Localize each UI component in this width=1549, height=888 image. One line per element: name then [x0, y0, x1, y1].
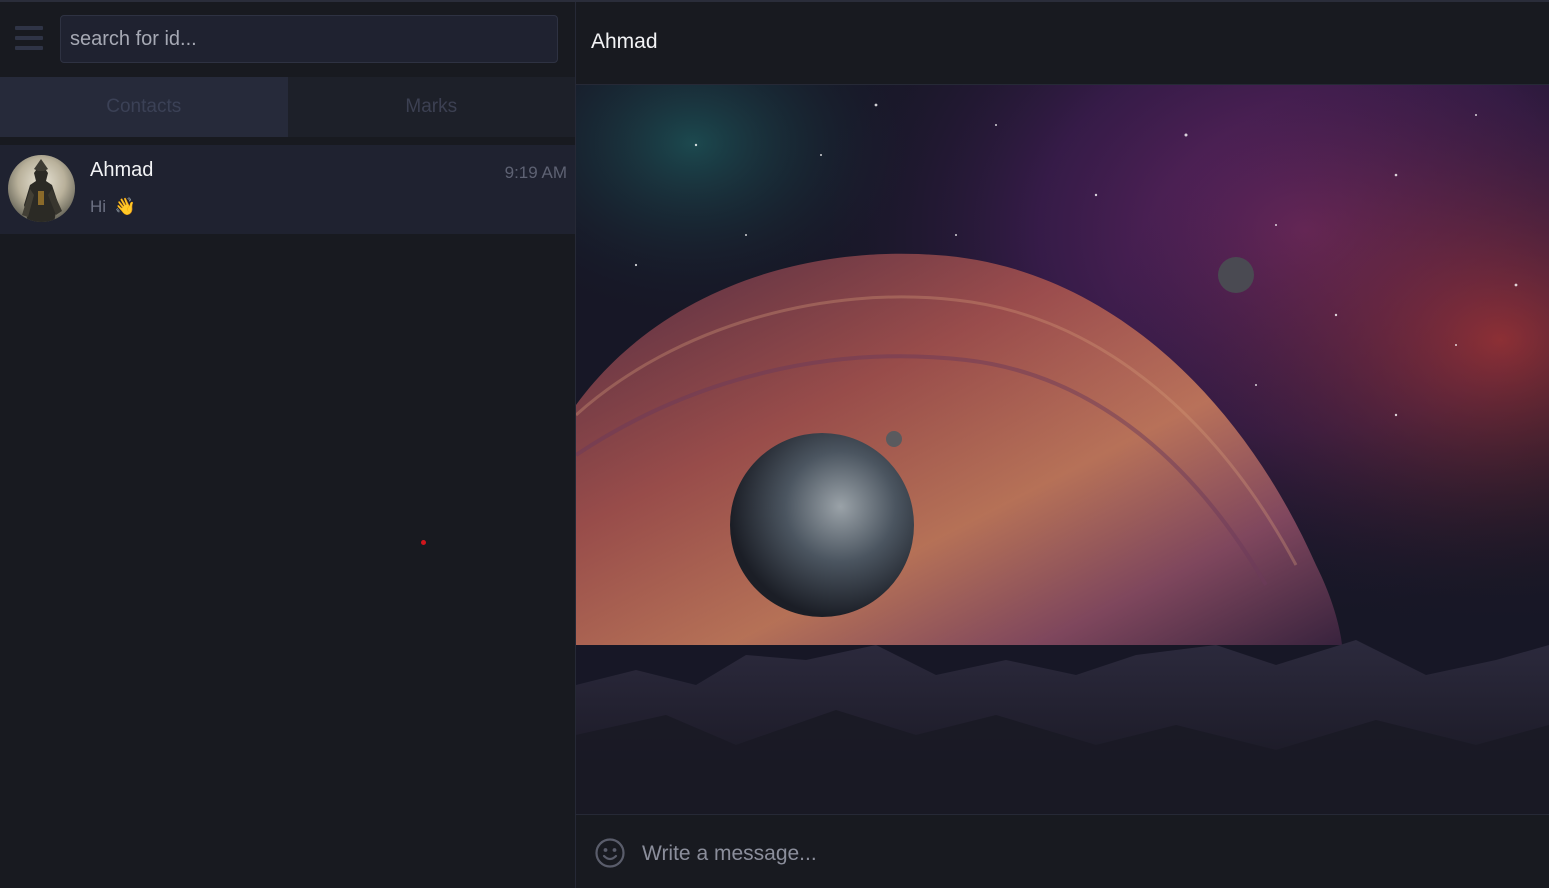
avatar: [8, 155, 75, 222]
menu-icon-bar: [15, 46, 43, 50]
cursor-dot: [421, 540, 426, 545]
chat-panel: Ahmad: [576, 2, 1549, 888]
tab-marks[interactable]: Marks: [288, 77, 576, 137]
search-input[interactable]: [60, 15, 558, 63]
last-message-text: Hi: [90, 197, 107, 216]
contact-time: 9:19 AM: [504, 163, 567, 182]
waving-hand-emoji: 👋: [114, 197, 136, 216]
menu-icon-bar: [15, 26, 43, 30]
sidebar: Contacts Marks Ahmad 9:19 AM Hi 👋: [0, 2, 576, 888]
emoji-icon[interactable]: [594, 837, 626, 869]
space-wallpaper-image: [576, 85, 1549, 814]
message-input[interactable]: [640, 831, 1524, 877]
chat-wallpaper: [576, 85, 1549, 814]
tab-contacts[interactable]: Contacts: [0, 77, 288, 137]
avatar-image: [22, 159, 62, 222]
sidebar-topbar: [0, 2, 575, 77]
message-composer: [576, 814, 1549, 888]
tab-bar: Contacts Marks: [0, 77, 575, 137]
chat-title: Ahmad: [591, 30, 658, 53]
menu-icon[interactable]: [15, 26, 45, 54]
contact-list-item[interactable]: Ahmad 9:19 AM Hi 👋: [0, 145, 575, 234]
contact-name: Ahmad: [90, 159, 154, 181]
chat-header: Ahmad: [576, 2, 1549, 85]
contact-last-message: Hi 👋: [90, 197, 136, 217]
menu-icon-bar: [15, 36, 43, 40]
app-window: Contacts Marks Ahmad 9:19 AM Hi 👋: [0, 0, 1549, 888]
emoji-icon-svg: [595, 838, 625, 868]
